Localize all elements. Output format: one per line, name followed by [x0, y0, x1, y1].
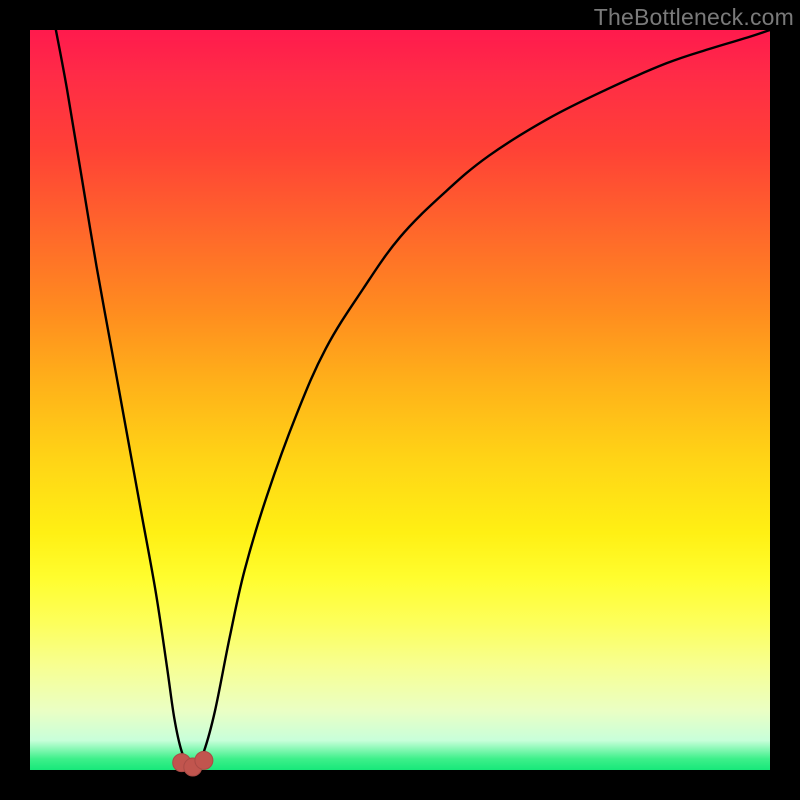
watermark-text: TheBottleneck.com — [594, 4, 794, 31]
optimum-marker — [195, 751, 213, 769]
bottleneck-curve — [56, 30, 770, 767]
chart-svg — [30, 30, 770, 770]
chart-frame: TheBottleneck.com — [0, 0, 800, 800]
optimum-markers — [173, 751, 213, 776]
